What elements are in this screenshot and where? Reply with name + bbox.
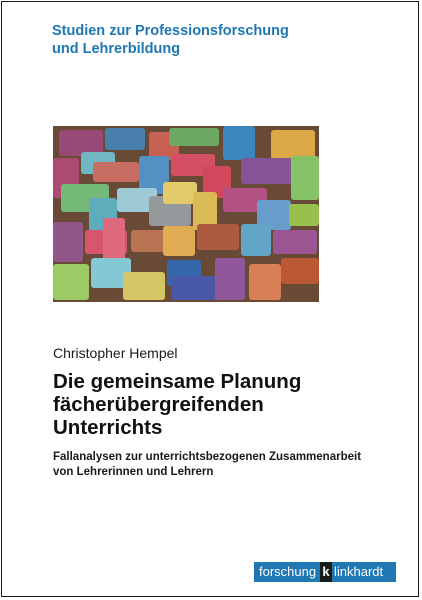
publisher-logo-forschung: forschung bbox=[254, 562, 320, 582]
publisher-logo-linkhardt: linkhardt bbox=[332, 562, 396, 582]
author-name: Christopher Hempel bbox=[53, 345, 178, 361]
series-title-line-1: Studien zur Professionsforschung bbox=[52, 23, 289, 39]
book-cover: Studien zur Professionsforschung und Leh… bbox=[1, 1, 419, 597]
book-title: Die gemeinsame Planung fächerübergreifen… bbox=[53, 370, 373, 439]
book-title-line-2: fächerübergreifenden bbox=[53, 393, 264, 416]
book-title-line-3: Unterrichts bbox=[53, 416, 163, 439]
publisher-logo-k: k bbox=[320, 562, 332, 582]
publisher-logo: forschung k linkhardt bbox=[254, 562, 396, 582]
book-subtitle-line-2: von Lehrerinnen und Lehrern bbox=[53, 466, 214, 478]
series-title: Studien zur Professionsforschung und Leh… bbox=[52, 22, 372, 58]
book-subtitle-line-1: Fallanalysen zur unterrichtsbezogenen Zu… bbox=[53, 451, 362, 463]
cover-image bbox=[53, 126, 319, 302]
book-title-line-1: Die gemeinsame Planung bbox=[53, 370, 302, 393]
colorful-wooden-puzzle-blocks-image bbox=[53, 126, 319, 302]
book-subtitle: Fallanalysen zur unterrichtsbezogenen Zu… bbox=[53, 450, 383, 480]
series-title-line-2: und Lehrerbildung bbox=[52, 41, 181, 57]
